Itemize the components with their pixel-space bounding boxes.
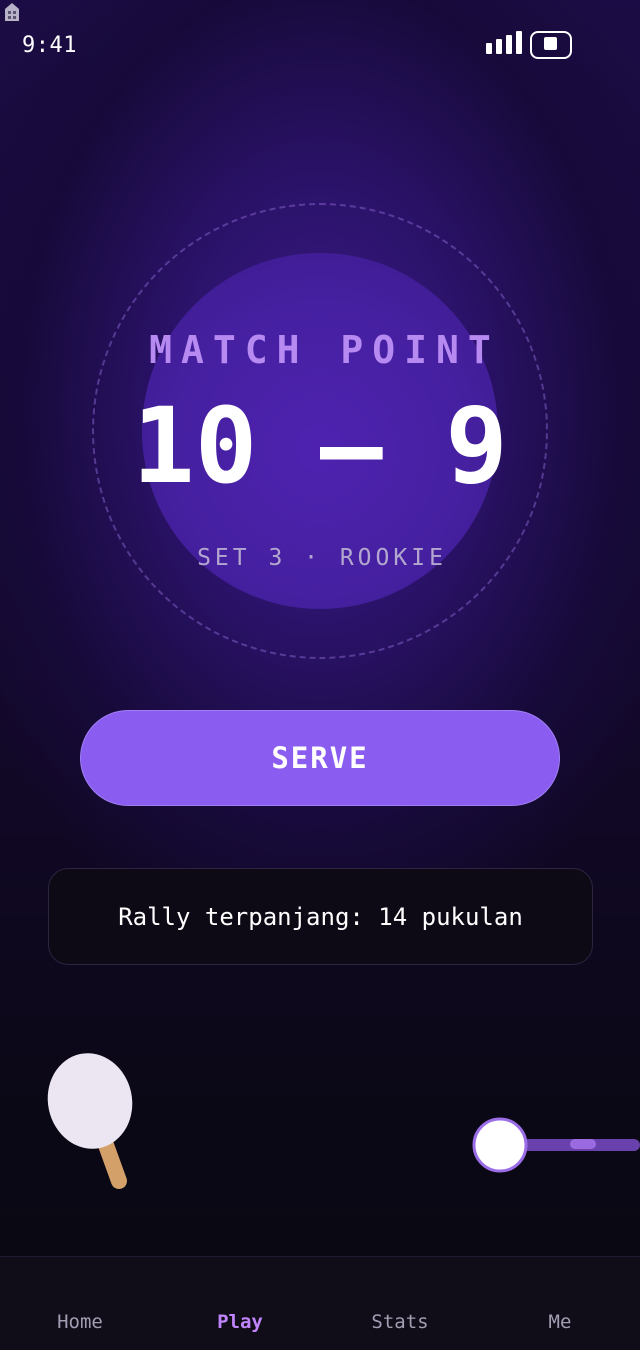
tab-bar: Home Play Stats Me — [0, 1256, 640, 1350]
rally-text: Rally terpanjang: 14 pukulan — [118, 902, 523, 931]
rally-card: Rally terpanjang: 14 pukulan — [48, 868, 593, 965]
ball-icon — [472, 1117, 640, 1173]
tab-stats[interactable]: Stats — [320, 1257, 480, 1350]
score-display: 10 — 9 — [0, 385, 640, 507]
score-separator: — — [319, 385, 383, 507]
serve-button[interactable]: SERVE — [80, 710, 560, 806]
battery-icon — [530, 31, 572, 59]
match-point-heading: MATCH POINT — [149, 328, 500, 372]
set-info: SET 3 · ROOKIE — [197, 545, 447, 571]
lock-icon — [5, 3, 19, 21]
tab-me[interactable]: Me — [480, 1257, 640, 1350]
status-time: 9:41 — [22, 33, 77, 58]
tab-home[interactable]: Home — [0, 1257, 160, 1350]
tab-play[interactable]: Play — [160, 1257, 320, 1350]
paddle-icon — [47, 1053, 133, 1189]
signal-icon — [486, 30, 524, 54]
score-right: 9 — [445, 385, 508, 507]
score-left: 10 — [132, 385, 258, 507]
